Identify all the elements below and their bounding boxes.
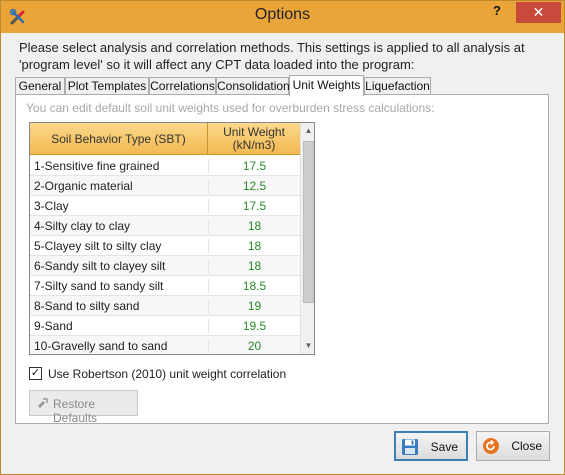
table-header: Soil Behavior Type (SBT) Unit Weight (kN/… (30, 123, 300, 155)
table-row[interactable]: 5-Clayey silt to silty clay 18 (30, 236, 300, 256)
sbt-cell: 4-Silty clay to clay (34, 219, 131, 233)
column-header-sbt[interactable]: Soil Behavior Type (SBT) (30, 123, 208, 155)
close-button-label: Close (511, 439, 542, 453)
tab-general[interactable]: General (15, 77, 65, 95)
unit-weight-cell[interactable]: 12.5 (208, 179, 300, 193)
tab-correlations[interactable]: Correlations (149, 77, 216, 95)
unit-weight-header-label: Unit Weight (kN/m3) (223, 125, 285, 152)
scroll-down-arrow-icon[interactable]: ▼ (301, 338, 314, 354)
table-row[interactable]: 4-Silty clay to clay 18 (30, 216, 300, 236)
sbt-cell: 10-Gravelly sand to sand (34, 339, 168, 353)
unit-weight-cell[interactable]: 18 (208, 219, 300, 233)
table-row[interactable]: 7-Silty sand to sandy silt 18.5 (30, 276, 300, 296)
options-dialog: Options ? ✕ Please select analysis and c… (0, 0, 565, 475)
unit-weights-panel: You can edit default soil unit weights u… (15, 94, 549, 425)
panel-hint: You can edit default soil unit weights u… (26, 101, 435, 115)
floppy-disk-icon (402, 439, 418, 455)
sbt-cell: 2-Organic material (34, 179, 133, 193)
restore-defaults-label: Restore Defaults (53, 397, 98, 425)
window-close-button[interactable]: ✕ (516, 2, 561, 23)
unit-weight-cell[interactable]: 19 (208, 299, 300, 313)
restore-defaults-button[interactable]: Restore Defaults (29, 390, 138, 425)
sbt-cell: 9-Sand (34, 319, 73, 333)
save-button[interactable]: Save (394, 431, 468, 461)
table-scrollbar[interactable]: ▲ ▼ (300, 123, 314, 354)
sbt-cell: 5-Clayey silt to silty clay (34, 239, 162, 253)
intro-text: Please select analysis and correlation m… (19, 40, 525, 72)
close-button[interactable]: Close (476, 431, 550, 461)
table-row[interactable]: 2-Organic material 12.5 (30, 176, 300, 196)
table-row[interactable]: 6-Sandy silt to clayey silt 18 (30, 256, 300, 276)
unit-weight-cell[interactable]: 17.5 (208, 159, 300, 173)
unit-weight-cell[interactable]: 18 (208, 259, 300, 273)
tab-consolidation[interactable]: Consolidation (216, 77, 290, 95)
table-row[interactable]: 1-Sensitive fine grained 17.5 (30, 156, 300, 176)
sbt-cell: 6-Sandy silt to clayey silt (34, 259, 166, 273)
undo-circle-icon (483, 438, 499, 454)
unit-weight-table: Soil Behavior Type (SBT) Unit Weight (kN/… (29, 122, 315, 355)
unit-weight-cell[interactable]: 19.5 (208, 319, 300, 333)
scroll-up-arrow-icon[interactable]: ▲ (301, 123, 314, 139)
restore-icon (38, 398, 48, 408)
help-button[interactable]: ? (488, 3, 506, 23)
tab-plot-templates[interactable]: Plot Templates (65, 77, 149, 95)
sbt-cell: 8-Sand to silty sand (34, 299, 140, 313)
tab-unit-weights[interactable]: Unit Weights (289, 75, 364, 96)
window-title: Options (254, 6, 311, 23)
column-header-unit-weight[interactable]: Unit Weight (kN/m3) (208, 123, 300, 155)
table-row[interactable]: 8-Sand to silty sand 19 (30, 296, 300, 316)
table-row[interactable]: 3-Clay 17.5 (30, 196, 300, 216)
table-row[interactable]: 10-Gravelly sand to sand 20 (30, 336, 300, 354)
title-bar[interactable]: Options ? ✕ (1, 1, 564, 33)
unit-weight-cell[interactable]: 20 (208, 339, 300, 353)
unit-weight-cell[interactable]: 18 (208, 239, 300, 253)
unit-weight-cell[interactable]: 17.5 (208, 199, 300, 213)
sbt-cell: 3-Clay (34, 199, 69, 213)
table-row[interactable]: 9-Sand 19.5 (30, 316, 300, 336)
save-button-label: Save (430, 440, 458, 454)
sbt-cell: 7-Silty sand to sandy silt (34, 279, 164, 293)
tab-liquefaction[interactable]: Liquefaction (364, 77, 431, 95)
robertson-checkbox[interactable]: ✓ (29, 367, 42, 380)
sbt-cell: 1-Sensitive fine grained (34, 159, 160, 173)
robertson-checkbox-label[interactable]: Use Robertson (2010) unit weight correla… (48, 367, 286, 381)
unit-weight-cell[interactable]: 18.5 (208, 279, 300, 293)
scroll-thumb[interactable] (303, 141, 314, 303)
